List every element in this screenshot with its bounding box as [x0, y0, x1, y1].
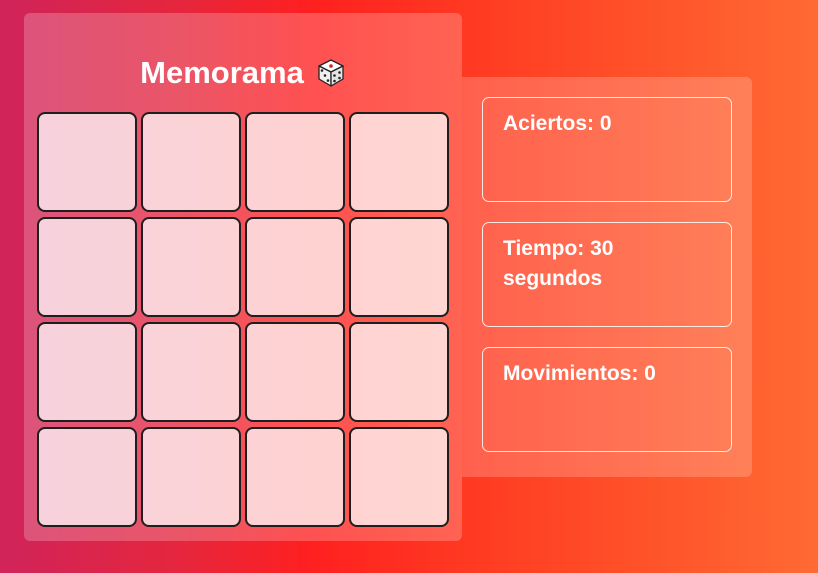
memory-card[interactable]: [245, 322, 345, 422]
time-counter: Tiempo: 30 segundos: [482, 222, 732, 327]
game-panel: Memorama: [24, 13, 462, 541]
memory-card[interactable]: [141, 112, 241, 212]
memory-card[interactable]: [141, 427, 241, 527]
card-board: [37, 112, 449, 527]
memory-card[interactable]: [245, 112, 345, 212]
memory-card[interactable]: [37, 217, 137, 317]
memory-card[interactable]: [37, 322, 137, 422]
hits-counter: Aciertos: 0: [482, 97, 732, 202]
game-title: Memorama: [24, 57, 462, 88]
die-icon: [318, 58, 344, 87]
memory-card[interactable]: [349, 112, 449, 212]
memory-card[interactable]: [37, 427, 137, 527]
title-text: Memorama: [140, 55, 304, 90]
memory-card[interactable]: [349, 322, 449, 422]
moves-counter: Movimientos: 0: [482, 347, 732, 452]
memory-card[interactable]: [349, 427, 449, 527]
memory-card[interactable]: [37, 112, 137, 212]
stats-panel: Aciertos: 0 Tiempo: 30 segundos Movimien…: [462, 77, 752, 477]
memory-card[interactable]: [141, 322, 241, 422]
memory-card[interactable]: [141, 217, 241, 317]
memory-card[interactable]: [245, 427, 345, 527]
memory-card[interactable]: [245, 217, 345, 317]
memory-card[interactable]: [349, 217, 449, 317]
